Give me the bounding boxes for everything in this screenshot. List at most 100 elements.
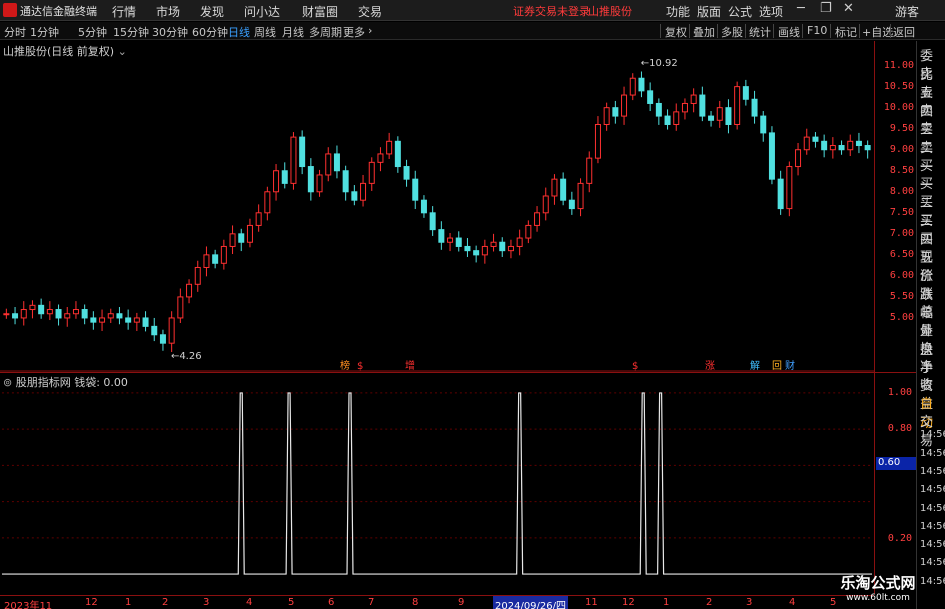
toolbar-draw[interactable]: 画线 [778,24,800,40]
candle-body [72,309,79,315]
menu-trade[interactable]: 交易 [358,3,382,20]
candle-body [838,145,845,151]
toolbar-overlay[interactable]: 叠加 [693,24,715,40]
price-tick: 6.50 [889,248,914,260]
quote-field-23: 14:56 [920,465,945,477]
period-multi[interactable]: 多周期 [309,24,342,40]
time-tick: 2 [162,597,169,608]
user-guest[interactable]: 游客 [895,3,919,20]
toolbar-f10[interactable]: F10 [807,24,827,37]
candle-body [525,224,532,239]
candle-body [429,212,436,231]
candle-body [177,296,184,319]
app-logo-icon [3,3,17,17]
candle-body [647,90,654,104]
candle-body [577,182,584,210]
candle-body [629,77,636,96]
period-60min[interactable]: 60分钟 [192,24,228,40]
candle-body [829,145,836,151]
toolbar-multi-stock[interactable]: 多股 [721,24,743,40]
title-bar: 通达信金融终端 行情 市场 发现 问小达 财富圈 交易 证券交易未登录 山推股份… [0,0,945,21]
candle-body [534,212,541,226]
watermark-line1: 乐淘公式网 [840,574,916,592]
candle-body [681,102,688,113]
period-1min[interactable]: 1分钟 [30,24,59,40]
period-weekly[interactable]: 周线 [254,24,276,40]
period-daily[interactable]: 日线 [228,24,250,40]
menu-discover[interactable]: 发现 [200,3,224,20]
candle-body [281,170,288,184]
candle-body [481,245,488,256]
candle-body [760,115,767,134]
stock-name-top: 山推股份 [588,5,632,18]
candle-body [673,111,680,125]
menu-quotes[interactable]: 行情 [112,3,136,20]
restore-icon[interactable]: ❐ [820,1,832,16]
candle-body [490,241,497,247]
menu-wealth[interactable]: 财富圈 [302,3,338,20]
toolbar-stats[interactable]: 统计 [749,24,771,40]
candle-body [412,178,419,201]
candle-body [690,94,697,104]
toolbar-mark[interactable]: 标记 [835,24,857,40]
candle-body [455,237,462,247]
settings-icon[interactable]: ⊚ [3,376,12,389]
candle-body [229,233,236,247]
candle-body [664,115,671,125]
event-badge: 解 [750,359,760,372]
period-monthly[interactable]: 月线 [282,24,304,40]
login-warning[interactable]: 证券交易未登录 [513,3,590,19]
candle-body [64,313,71,319]
candle-body [638,77,645,92]
close-icon[interactable]: ✕ [843,1,854,16]
candle-body [194,266,201,285]
candle-body [499,241,506,252]
menu-layout[interactable]: 版面 [697,3,721,20]
time-tick: 2023年11 [4,601,53,609]
candle-body [655,102,662,117]
price-tick: 8.00 [889,185,914,197]
time-axis: 2023年11 12 1 2 3 4 5 6 7 8 9 11 12 1 2 3 4 5 2024/09/26/四 [0,595,874,609]
candle-body [603,107,610,125]
candle-body [55,309,62,319]
toolbar-add-watchlist[interactable]: +自选 [862,24,893,40]
toolbar-adjust[interactable]: 复权 [665,24,687,40]
high-price-label: ←10.92 [641,58,678,69]
minimize-icon[interactable]: ─ [797,1,805,16]
cursor-value-badge: 0.60 [876,457,916,470]
menu-market[interactable]: 市场 [156,3,180,20]
candle-body [325,153,332,176]
price-tick: 6.00 [889,269,914,281]
candlestick-chart[interactable]: ←10.92 ←4.26 榜 $ 增 $ 涨 解回财 [0,41,874,372]
candle-body [708,115,715,121]
menu-ask[interactable]: 问小达 [244,3,280,20]
menu-options[interactable]: 选项 [759,3,783,20]
toolbar-back[interactable]: 返回 [893,24,915,40]
candle-body [20,309,27,319]
candle-body [81,309,88,319]
candle-body [734,86,741,125]
chevron-right-icon[interactable]: › [368,24,372,37]
candle-body [133,317,140,323]
candle-body [238,233,245,243]
price-tick: 9.00 [889,143,914,155]
chevron-down-icon[interactable]: ⌄ [118,45,127,58]
period-30min[interactable]: 30分钟 [152,24,188,40]
event-badge: 财 [785,359,795,372]
time-tick: 1 [663,597,670,608]
candle-body [46,309,53,315]
candle-body [90,317,97,323]
period-5min[interactable]: 5分钟 [78,24,107,40]
event-badge: 涨 [705,360,715,372]
candle-body [255,212,262,226]
candle-body [186,283,193,298]
candle-body [803,136,810,151]
chart-title: 山推股份(日线 前复权) ⌄ [3,43,127,59]
period-15min[interactable]: 15分钟 [113,24,149,40]
indicator-chart[interactable] [0,372,874,594]
menu-formula[interactable]: 公式 [728,3,752,20]
candle-body [516,237,523,247]
period-more[interactable]: 更多 [343,24,365,40]
period-intraday[interactable]: 分时 [4,24,26,40]
menu-function[interactable]: 功能 [666,3,690,20]
